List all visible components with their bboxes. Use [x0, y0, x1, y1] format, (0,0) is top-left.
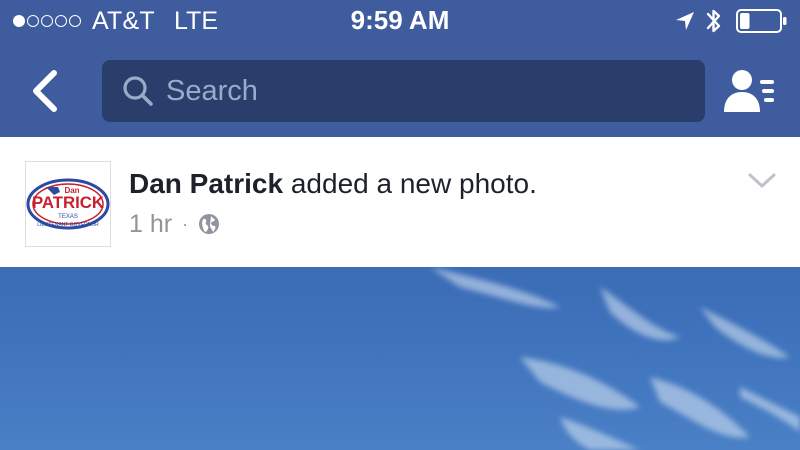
- navigation-bar: Search: [0, 44, 800, 137]
- search-placeholder: Search: [166, 75, 258, 107]
- status-bar: AT&T LTE 9:59 AM: [0, 0, 800, 44]
- sky-clouds-image: [430, 267, 800, 450]
- friend-requests-button[interactable]: [722, 66, 778, 116]
- header: AT&T LTE 9:59 AM Search: [0, 0, 800, 137]
- search-input[interactable]: Search: [102, 60, 705, 122]
- post-action-text: added a new photo.: [283, 168, 537, 199]
- post-meta: 1 hr ·: [129, 209, 220, 239]
- location-arrow-icon: [676, 12, 694, 30]
- battery-icon: [736, 9, 787, 33]
- chevron-left-icon: [33, 70, 57, 112]
- search-icon: [123, 76, 153, 106]
- dan-patrick-logo: Dan PATRICK TEXAS LIEUTENANT GOVERNOR: [26, 178, 110, 230]
- globe-icon[interactable]: [198, 213, 220, 235]
- author-avatar[interactable]: Dan PATRICK TEXAS LIEUTENANT GOVERNOR: [25, 161, 111, 247]
- logo-name-text: PATRICK: [32, 193, 105, 212]
- post-timestamp[interactable]: 1 hr: [129, 210, 172, 239]
- post-headline: Dan Patrick added a new photo.: [129, 167, 537, 201]
- logo-office-text: LIEUTENANT GOVERNOR: [37, 222, 99, 228]
- meta-separator: ·: [182, 213, 189, 234]
- post-card: Dan PATRICK TEXAS LIEUTENANT GOVERNOR Da…: [0, 137, 800, 267]
- bluetooth-icon: [706, 9, 721, 33]
- logo-state-text: TEXAS: [58, 214, 78, 220]
- facebook-feed-screen: AT&T LTE 9:59 AM Search Dan PATRICK TEXA…: [0, 0, 800, 450]
- post-menu-button[interactable]: [744, 167, 780, 195]
- friend-requests-icon: [724, 70, 774, 112]
- back-button[interactable]: [18, 64, 72, 118]
- post-photo[interactable]: [0, 267, 800, 450]
- author-name[interactable]: Dan Patrick: [129, 168, 283, 199]
- chevron-down-icon: [748, 173, 776, 188]
